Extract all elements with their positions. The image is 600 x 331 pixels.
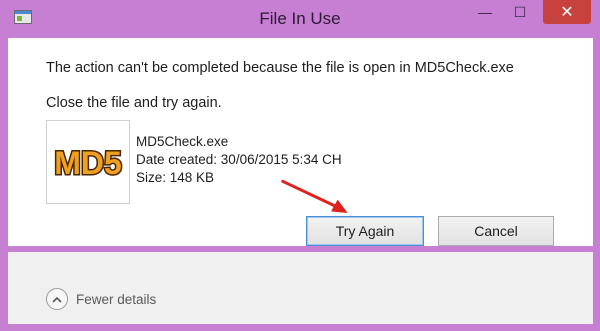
cancel-button[interactable]: Cancel (438, 216, 554, 246)
fewer-details-label: Fewer details (76, 291, 157, 307)
md5-logo-graphic: MD5 (53, 144, 124, 183)
error-message: The action can't be completed because th… (46, 60, 514, 76)
close-button[interactable]: ✕ (543, 0, 591, 24)
file-name: MD5Check.exe (136, 134, 229, 149)
file-thumbnail: MD5 (46, 120, 130, 204)
red-arrow-annotation (281, 179, 348, 213)
instruction-message: Close the file and try again. (46, 95, 222, 111)
minimize-button[interactable]: — (470, 0, 500, 24)
file-date-created: Date created: 30/06/2015 5:34 CH (136, 152, 342, 167)
chevron-up-icon (46, 288, 68, 310)
fewer-details-toggle[interactable]: Fewer details (46, 288, 156, 310)
maximize-button[interactable]: ☐ (505, 0, 535, 24)
md5-file-icon: MD5 (50, 141, 126, 183)
file-in-use-dialog: File In Use — ☐ ✕ The action can't be co… (0, 0, 600, 331)
md5-logo-text: MD5 (54, 145, 122, 181)
title-bar[interactable]: File In Use — ☐ ✕ (0, 0, 600, 38)
dialog-footer: Fewer details (8, 252, 593, 324)
